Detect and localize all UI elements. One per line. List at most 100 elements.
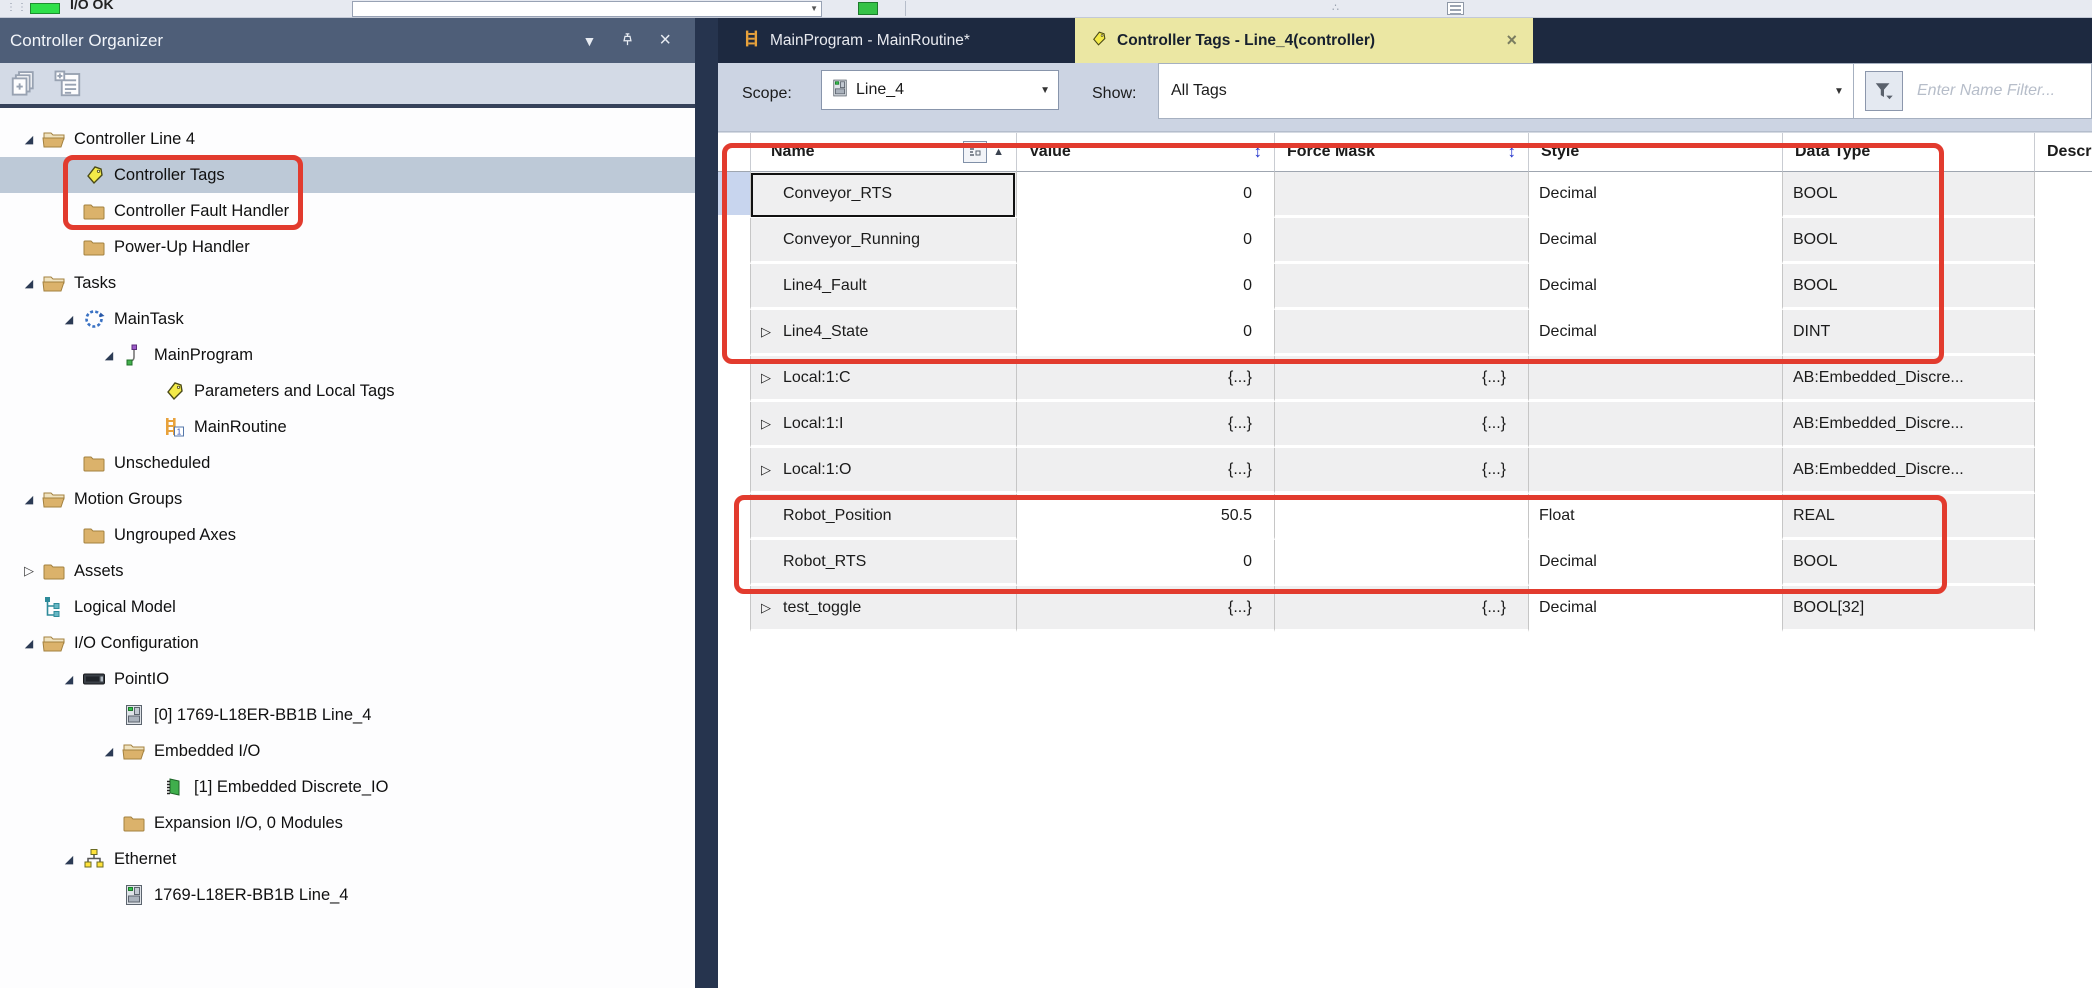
- window-menu-icon[interactable]: ▼: [582, 33, 596, 49]
- name-filter-input[interactable]: Enter Name Filter...: [1917, 64, 2055, 118]
- force-mask-cell[interactable]: {...}: [1274, 586, 1528, 632]
- scope-combo-box[interactable]: Line_4 ▼: [821, 70, 1059, 110]
- description-cell[interactable]: [2034, 310, 2092, 356]
- tree-item[interactable]: ◢Motion Groups: [0, 481, 695, 517]
- close-tab-icon[interactable]: ×: [1504, 30, 1519, 51]
- tag-name-cell[interactable]: ▷Local:1:O: [750, 448, 1016, 494]
- tree-item[interactable]: ◢MainTask: [0, 301, 695, 337]
- force-mask-cell[interactable]: {...}: [1274, 356, 1528, 402]
- tree-item[interactable]: ▷Assets: [0, 553, 695, 589]
- style-cell[interactable]: [1528, 402, 1782, 448]
- force-mask-cell[interactable]: [1274, 540, 1528, 586]
- style-cell[interactable]: Float: [1528, 494, 1782, 540]
- row-selector[interactable]: [718, 494, 750, 540]
- monitor-arrows-icon[interactable]: ↕: [1508, 142, 1517, 162]
- expanded-arrow-icon[interactable]: ◢: [96, 349, 122, 362]
- data-type-cell[interactable]: BOOL: [1782, 172, 2034, 218]
- expanded-arrow-icon[interactable]: ◢: [16, 637, 42, 650]
- tag-value-cell[interactable]: {...}: [1016, 448, 1274, 494]
- expanded-arrow-icon[interactable]: ◢: [56, 673, 82, 686]
- tag-value-cell[interactable]: 50.5: [1016, 494, 1274, 540]
- force-mask-cell[interactable]: [1274, 264, 1528, 310]
- force-mask-cell[interactable]: [1274, 218, 1528, 264]
- style-cell[interactable]: Decimal: [1528, 310, 1782, 356]
- tag-value-cell[interactable]: {...}: [1016, 402, 1274, 448]
- expand-arrow-icon[interactable]: ▷: [761, 416, 783, 432]
- filter-button[interactable]: [1865, 71, 1903, 111]
- tree-item[interactable]: ◢PointIO: [0, 661, 695, 697]
- row-selector[interactable]: [718, 310, 750, 356]
- tree-item[interactable]: [1] Embedded Discrete_IO: [0, 769, 695, 805]
- style-cell[interactable]: Decimal: [1528, 218, 1782, 264]
- row-selector[interactable]: [718, 218, 750, 264]
- description-cell[interactable]: [2034, 356, 2092, 402]
- list-icon[interactable]: [1447, 2, 1464, 15]
- row-selector[interactable]: [718, 264, 750, 310]
- description-cell[interactable]: [2034, 402, 2092, 448]
- style-cell[interactable]: [1528, 356, 1782, 402]
- data-type-cell[interactable]: AB:Embedded_Discre...: [1782, 402, 2034, 448]
- tab-controller-tags[interactable]: Controller Tags - Line_4(controller) ×: [1075, 18, 1533, 63]
- row-selector[interactable]: [718, 586, 750, 632]
- panel-splitter[interactable]: [695, 18, 718, 988]
- expand-arrow-icon[interactable]: ▷: [761, 324, 783, 340]
- data-type-cell[interactable]: BOOL: [1782, 264, 2034, 310]
- tree-item[interactable]: [0] 1769-L18ER-BB1B Line_4: [0, 697, 695, 733]
- tag-value-cell[interactable]: 0: [1016, 218, 1274, 264]
- style-cell[interactable]: Decimal: [1528, 264, 1782, 310]
- tree-item[interactable]: ◢Controller Line 4: [0, 121, 695, 157]
- expanded-arrow-icon[interactable]: ◢: [16, 133, 42, 146]
- data-type-cell[interactable]: BOOL[32]: [1782, 586, 2034, 632]
- tag-name-cell[interactable]: ▷Line4_State: [750, 310, 1016, 356]
- row-selector[interactable]: [718, 402, 750, 448]
- monitor-arrows-icon[interactable]: ↕: [1254, 142, 1263, 162]
- style-cell[interactable]: Decimal: [1528, 540, 1782, 586]
- tag-name-cell[interactable]: ▷Local:1:I: [750, 402, 1016, 448]
- tree-item[interactable]: 1769-L18ER-BB1B Line_4: [0, 877, 695, 913]
- expanded-arrow-icon[interactable]: ◢: [16, 493, 42, 506]
- expanded-arrow-icon[interactable]: ◢: [16, 277, 42, 290]
- data-type-cell[interactable]: BOOL: [1782, 540, 2034, 586]
- force-mask-cell[interactable]: [1274, 494, 1528, 540]
- expanded-arrow-icon[interactable]: ◢: [56, 853, 82, 866]
- description-cell[interactable]: [2034, 264, 2092, 310]
- close-icon[interactable]: ×: [659, 29, 671, 52]
- tag-value-cell[interactable]: 0: [1016, 310, 1274, 356]
- tree-item[interactable]: ◢I/O Configuration: [0, 625, 695, 661]
- description-cell[interactable]: [2034, 494, 2092, 540]
- data-type-cell[interactable]: BOOL: [1782, 218, 2034, 264]
- data-type-cell[interactable]: AB:Embedded_Discre...: [1782, 356, 2034, 402]
- tag-name-cell[interactable]: Conveyor_RTS: [750, 172, 1016, 218]
- row-selector[interactable]: [718, 448, 750, 494]
- tree-item[interactable]: Parameters and Local Tags: [0, 373, 695, 409]
- expand-arrow-icon[interactable]: ▷: [761, 462, 783, 478]
- description-cell[interactable]: [2034, 172, 2092, 218]
- tag-name-cell[interactable]: Conveyor_Running: [750, 218, 1016, 264]
- tree-item[interactable]: Controller Fault Handler: [0, 193, 695, 229]
- tree-item[interactable]: ◢MainProgram: [0, 337, 695, 373]
- column-header-style[interactable]: Style: [1528, 133, 1782, 172]
- tree-item[interactable]: Logical Model: [0, 589, 695, 625]
- name-sort-options-icon[interactable]: [963, 141, 987, 163]
- description-cell[interactable]: [2034, 448, 2092, 494]
- tree-item[interactable]: 1MainRoutine: [0, 409, 695, 445]
- style-cell[interactable]: Decimal: [1528, 172, 1782, 218]
- expand-arrow-icon[interactable]: ▷: [761, 600, 783, 616]
- pin-icon[interactable]: [620, 32, 635, 50]
- column-header-value[interactable]: Value ↕: [1016, 133, 1274, 172]
- chevron-down-icon[interactable]: ▼: [1834, 86, 1844, 97]
- tree-item[interactable]: ◢Ethernet: [0, 841, 695, 877]
- tag-name-cell[interactable]: Line4_Fault: [750, 264, 1016, 310]
- column-header-description[interactable]: Description: [2034, 133, 2092, 172]
- description-cell[interactable]: [2034, 218, 2092, 264]
- tag-name-cell[interactable]: Robot_Position: [750, 494, 1016, 540]
- style-cell[interactable]: Decimal: [1528, 586, 1782, 632]
- tree-item[interactable]: Expansion I/O, 0 Modules: [0, 805, 695, 841]
- row-selector[interactable]: [718, 540, 750, 586]
- tag-value-cell[interactable]: 0: [1016, 540, 1274, 586]
- row-selector[interactable]: [718, 356, 750, 402]
- tab-mainroutine[interactable]: MainProgram - MainRoutine*: [728, 18, 1075, 63]
- data-type-cell[interactable]: REAL: [1782, 494, 2034, 540]
- column-header-force-mask[interactable]: Force Mask ↕: [1274, 133, 1528, 172]
- expand-arrow-icon[interactable]: ▷: [761, 370, 783, 386]
